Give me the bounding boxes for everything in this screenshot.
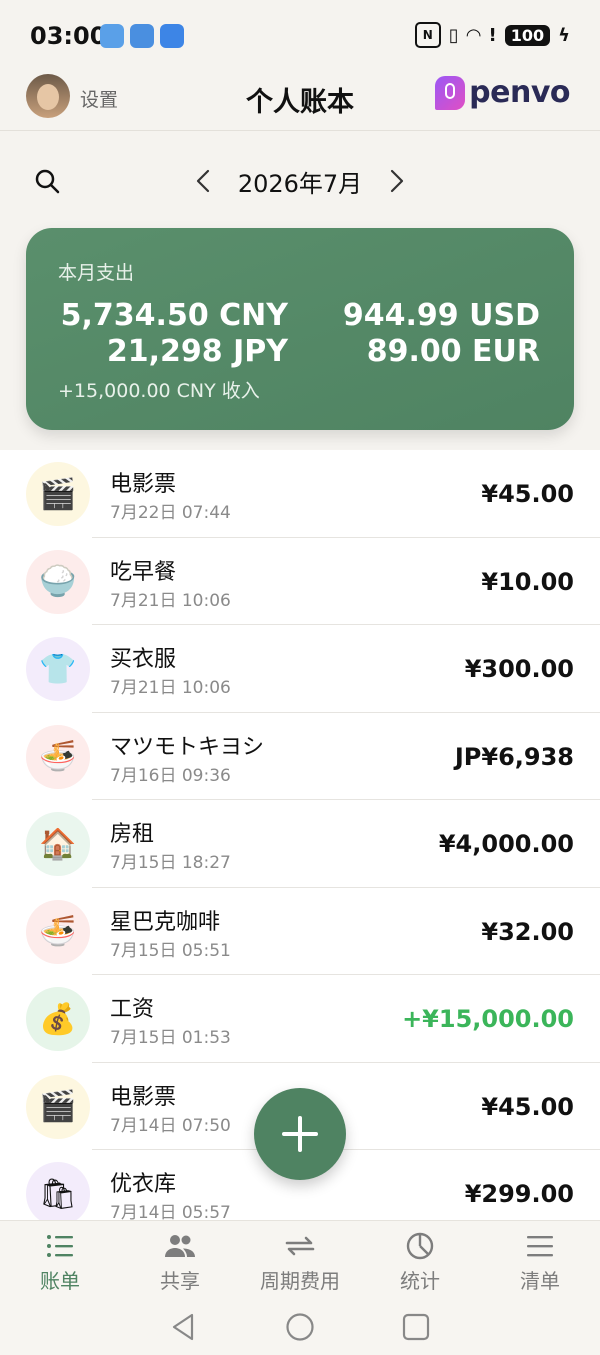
- current-month[interactable]: 2026年7月: [220, 164, 380, 199]
- plus-icon: [282, 1116, 318, 1152]
- transaction-amount: ¥45.00: [481, 1092, 574, 1121]
- recents-nav-icon[interactable]: [401, 1312, 431, 1342]
- transaction-amount: ¥300.00: [464, 655, 574, 683]
- home-nav-icon[interactable]: [285, 1312, 315, 1342]
- microphone-logo-icon: [435, 75, 466, 110]
- search-icon[interactable]: [34, 168, 60, 194]
- transaction-amount: ¥4,000.00: [438, 830, 574, 858]
- add-transaction-button[interactable]: [254, 1088, 346, 1180]
- people-icon: [165, 1235, 195, 1257]
- noodle-bowl-icon: 🍜: [26, 899, 90, 964]
- summary-amount-usd: 944.99 USD: [342, 298, 540, 333]
- transaction-amount: ¥299.00: [464, 1180, 574, 1208]
- summary-income: +15,000.00 CNY 收入: [58, 380, 260, 402]
- nfc-icon: N: [414, 22, 441, 48]
- transaction-time: 7月14日 07:50: [110, 1115, 231, 1136]
- transaction-time: 7月22日 07:44: [110, 503, 231, 523]
- clapperboard-icon: 🎬: [26, 1074, 90, 1139]
- transaction-time: 7月15日 05:51: [110, 940, 231, 961]
- transaction-title: 电影票: [110, 1084, 177, 1110]
- tab-recurring[interactable]: 周期费用: [240, 1231, 360, 1294]
- weather-icon: [100, 24, 124, 48]
- transaction-time: 7月16日 09:36: [110, 765, 231, 786]
- transaction-time: 7月15日 01:53: [110, 1028, 231, 1048]
- system-nav-bar: [0, 1298, 600, 1354]
- checklist-icon: [527, 1236, 553, 1257]
- summary-amount-cny: 5,734.50 CNY: [60, 298, 288, 333]
- monthly-summary-card: 本月支出 5,734.50 CNY 944.99 USD 21,298 JPY …: [26, 228, 574, 430]
- rice-bowl-icon: 🍚: [26, 549, 90, 614]
- chevron-right-icon[interactable]: [384, 168, 408, 194]
- transaction-time: 7月21日 10:06: [110, 678, 231, 698]
- transaction-title: 优衣库: [110, 1172, 177, 1197]
- transaction-amount: ¥32.00: [481, 917, 574, 946]
- tab-shared[interactable]: 共享: [120, 1231, 240, 1294]
- tab-label: 统计: [400, 1269, 440, 1293]
- alert-icon: !: [488, 24, 497, 46]
- transaction-row[interactable]: 🍜 マツモトキヨシ 7月16日 09:36 JP¥6,938: [0, 713, 600, 801]
- charging-icon: ϟ: [558, 24, 570, 46]
- usb-icon: [130, 24, 154, 48]
- tab-label: 周期费用: [260, 1269, 340, 1293]
- transaction-row[interactable]: 🍜 星巴克咖啡 7月15日 05:51 ¥32.00: [0, 888, 600, 976]
- upload-icon: [160, 24, 184, 48]
- repeat-icon: [285, 1236, 315, 1256]
- transaction-row[interactable]: 🏠 房租 7月15日 18:27 ¥4,000.00: [0, 800, 600, 888]
- chevron-left-icon[interactable]: [192, 168, 216, 194]
- tab-label: 共享: [160, 1269, 200, 1293]
- shopping-bags-icon: 🛍: [26, 1162, 90, 1226]
- summary-amount-jpy: 21,298 JPY: [106, 334, 288, 369]
- logo-text: penvo: [469, 75, 570, 110]
- list-icon: [47, 1235, 73, 1257]
- transaction-amount: ¥10.00: [481, 567, 574, 596]
- status-icons: N ▯ ◠ ! 100 ϟ: [414, 22, 570, 48]
- status-bar: 03:00 N ▯ ◠ ! 100 ϟ: [0, 0, 600, 72]
- app-logo: penvo: [435, 75, 570, 110]
- wifi-icon: ◠: [466, 24, 481, 46]
- transaction-row[interactable]: 🎬 电影票 7月22日 07:44 ¥45.00: [0, 450, 600, 538]
- house-icon: 🏠: [26, 812, 90, 876]
- month-navigation: 2026年7月: [0, 150, 600, 210]
- summary-label: 本月支出: [58, 262, 135, 284]
- transaction-row[interactable]: 👕 买衣服 7月21日 10:06 ¥300.00: [0, 625, 600, 713]
- summary-amount-eur: 89.00 EUR: [366, 334, 540, 369]
- transaction-time: 7月15日 18:27: [110, 853, 231, 873]
- transaction-title: 吃早餐: [110, 559, 177, 585]
- transaction-title: 买衣服: [110, 647, 177, 672]
- transaction-amount: ¥45.00: [481, 480, 574, 508]
- transaction-row[interactable]: 💰 工资 7月15日 01:53 +¥15,000.00: [0, 975, 600, 1063]
- clapperboard-icon: 🎬: [26, 462, 90, 526]
- transaction-time: 7月21日 10:06: [110, 590, 231, 611]
- status-time: 03:00: [30, 22, 107, 50]
- tab-checklist[interactable]: 清单: [480, 1231, 600, 1294]
- transaction-amount: +¥15,000.00: [402, 1005, 574, 1033]
- tshirt-icon: 👕: [26, 637, 90, 701]
- tab-statistics[interactable]: 统计: [360, 1231, 480, 1294]
- transaction-amount: JP¥6,938: [454, 742, 574, 771]
- pie-chart-icon: [406, 1232, 434, 1260]
- tab-label: 账单: [40, 1269, 80, 1293]
- transaction-title: 星巴克咖啡: [110, 909, 221, 935]
- transaction-title: 工资: [110, 997, 155, 1022]
- transaction-title: マツモトキヨシ: [110, 734, 265, 760]
- transaction-row[interactable]: 🍚 吃早餐 7月21日 10:06 ¥10.00: [0, 538, 600, 626]
- app-header: 设置 个人账本 penvo: [0, 72, 600, 130]
- battery-level: 100: [504, 24, 551, 46]
- noodle-bowl-icon: 🍜: [26, 724, 90, 789]
- money-bag-icon: 💰: [26, 987, 90, 1051]
- tab-label: 清单: [520, 1269, 560, 1293]
- back-nav-icon[interactable]: [168, 1312, 198, 1342]
- header-divider: [0, 130, 600, 131]
- transaction-title: 电影票: [110, 472, 177, 497]
- tab-bills[interactable]: 账单: [0, 1231, 120, 1294]
- vibrate-icon: ▯: [448, 24, 459, 46]
- transaction-title: 房租: [110, 822, 155, 847]
